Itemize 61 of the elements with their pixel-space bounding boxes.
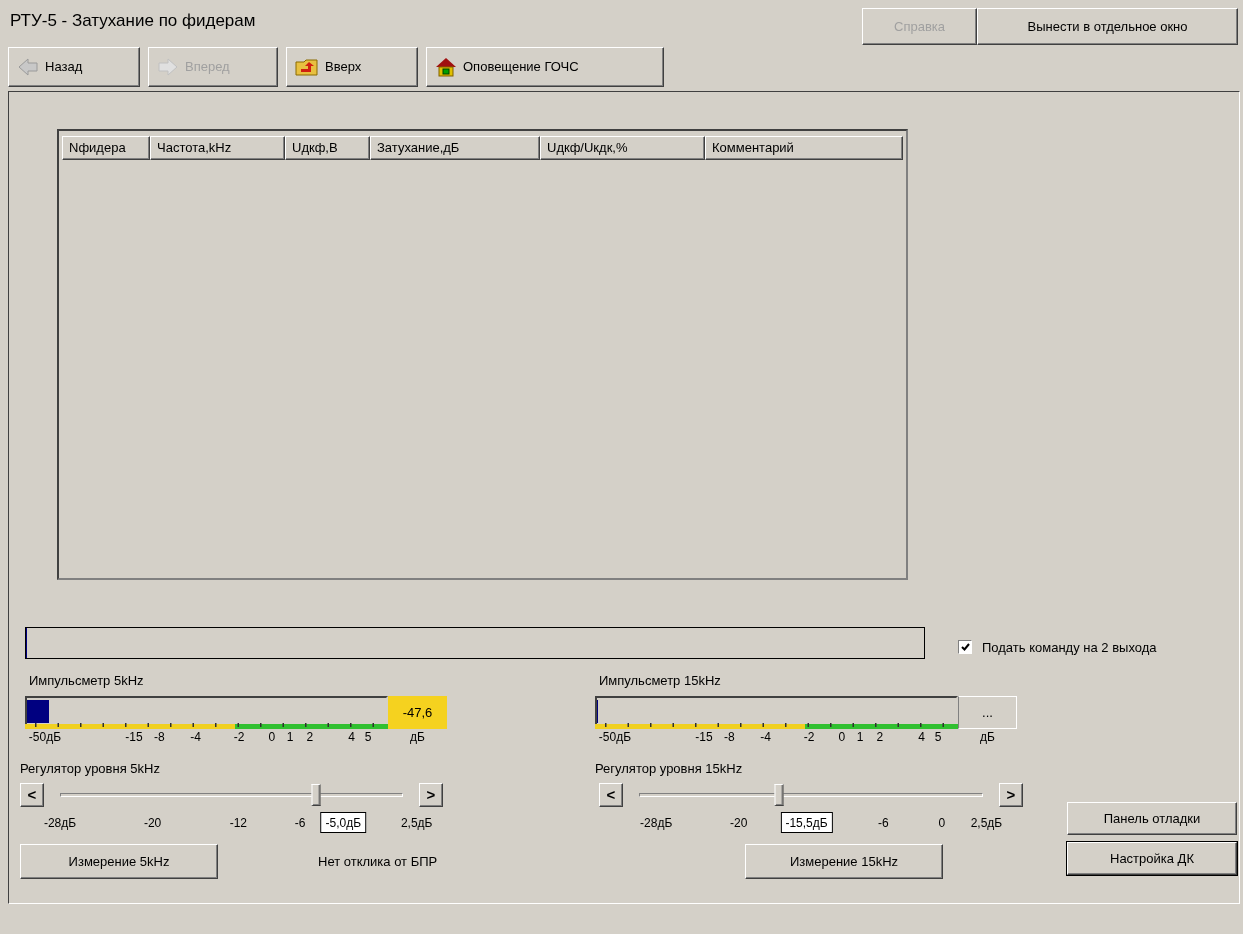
column-header[interactable]: Uдкф,В [285,136,370,160]
scale-label: -15 [125,729,143,745]
scale-label: -8 [723,729,735,745]
toolbar-button[interactable]: Оповещение ГОЧС [426,47,664,87]
tick-label: -6 [294,815,306,832]
slider-value: -5,0дБ [320,812,367,833]
scale-label: 1 [286,729,294,745]
column-header[interactable]: Частота,kHz [150,136,285,160]
scale-label: 2 [306,729,314,745]
scale-label: 0 [838,729,846,745]
scale-label: -50дБ [28,729,62,745]
tick-label: -28дБ [43,815,77,832]
column-header[interactable]: Uдкф/Uкдк,% [540,136,705,160]
tick-label: 2,5дБ [400,815,433,832]
regulator-label: Регулятор уровня 5kHz [20,760,161,777]
tick-label: 2,5дБ [970,815,1003,832]
tick-label: -28дБ [640,815,673,832]
scale-label: -4 [190,729,201,745]
meter-reading: -47,6 [388,696,447,729]
toolbar-button[interactable]: Вверх [286,47,418,87]
header-button[interactable]: Вынести в отдельное окно [977,8,1238,45]
scale-label: -50дБ [598,729,632,745]
increase-button[interactable]: > [999,783,1023,807]
column-header[interactable]: Комментарий [705,136,903,160]
decrease-button[interactable]: < [20,783,44,807]
scale-label: 1 [856,729,864,745]
scale-label: 5 [364,729,372,745]
measure-button[interactable]: Измерение 5kHz [20,844,218,879]
unit-label: дБ [410,729,425,745]
decrease-button[interactable]: < [599,783,623,807]
side-button[interactable]: Настройка ДК [1067,842,1237,875]
scale-label: 2 [876,729,884,745]
toolbar-button[interactable]: Назад [8,47,140,87]
scale-label: -2 [233,729,245,745]
meter-reading: ... [958,696,1017,729]
scale-label: 0 [268,729,276,745]
tick-label: -6 [877,815,889,832]
increase-button[interactable]: > [419,783,443,807]
tick-label: 0 [938,815,946,832]
status-text: Нет отклика от БПР [318,852,438,871]
tick-label: -20 [143,815,162,832]
scale-label: -2 [803,729,815,745]
scale-label: -4 [760,729,771,745]
column-header[interactable]: Nфидера [62,136,150,160]
meter-label: Импульсметр 15kHz [599,672,722,690]
column-header[interactable]: Затухание,дБ [370,136,540,160]
checkbox-label[interactable]: Подать команду на 2 выхода [982,637,1157,657]
scale-label: 4 [348,729,356,745]
scale-label: -8 [153,729,165,745]
unit-label: дБ [980,729,995,745]
scale-label: 5 [934,729,942,745]
side-button[interactable]: Панель отладки [1067,802,1237,835]
window-title: РТУ-5 - Затухание по фидерам [10,10,257,32]
scale-label: 4 [918,729,926,745]
scale-label: -15 [695,729,713,745]
slider-value: -15,5дБ [780,812,833,833]
tick-label: -12 [229,815,248,832]
tick-label: -20 [730,815,748,832]
regulator-label: Регулятор уровня 15kHz [595,760,744,777]
measure-button[interactable]: Измерение 15kHz [745,844,943,879]
meter-label: Импульсметр 5kHz [29,672,145,690]
